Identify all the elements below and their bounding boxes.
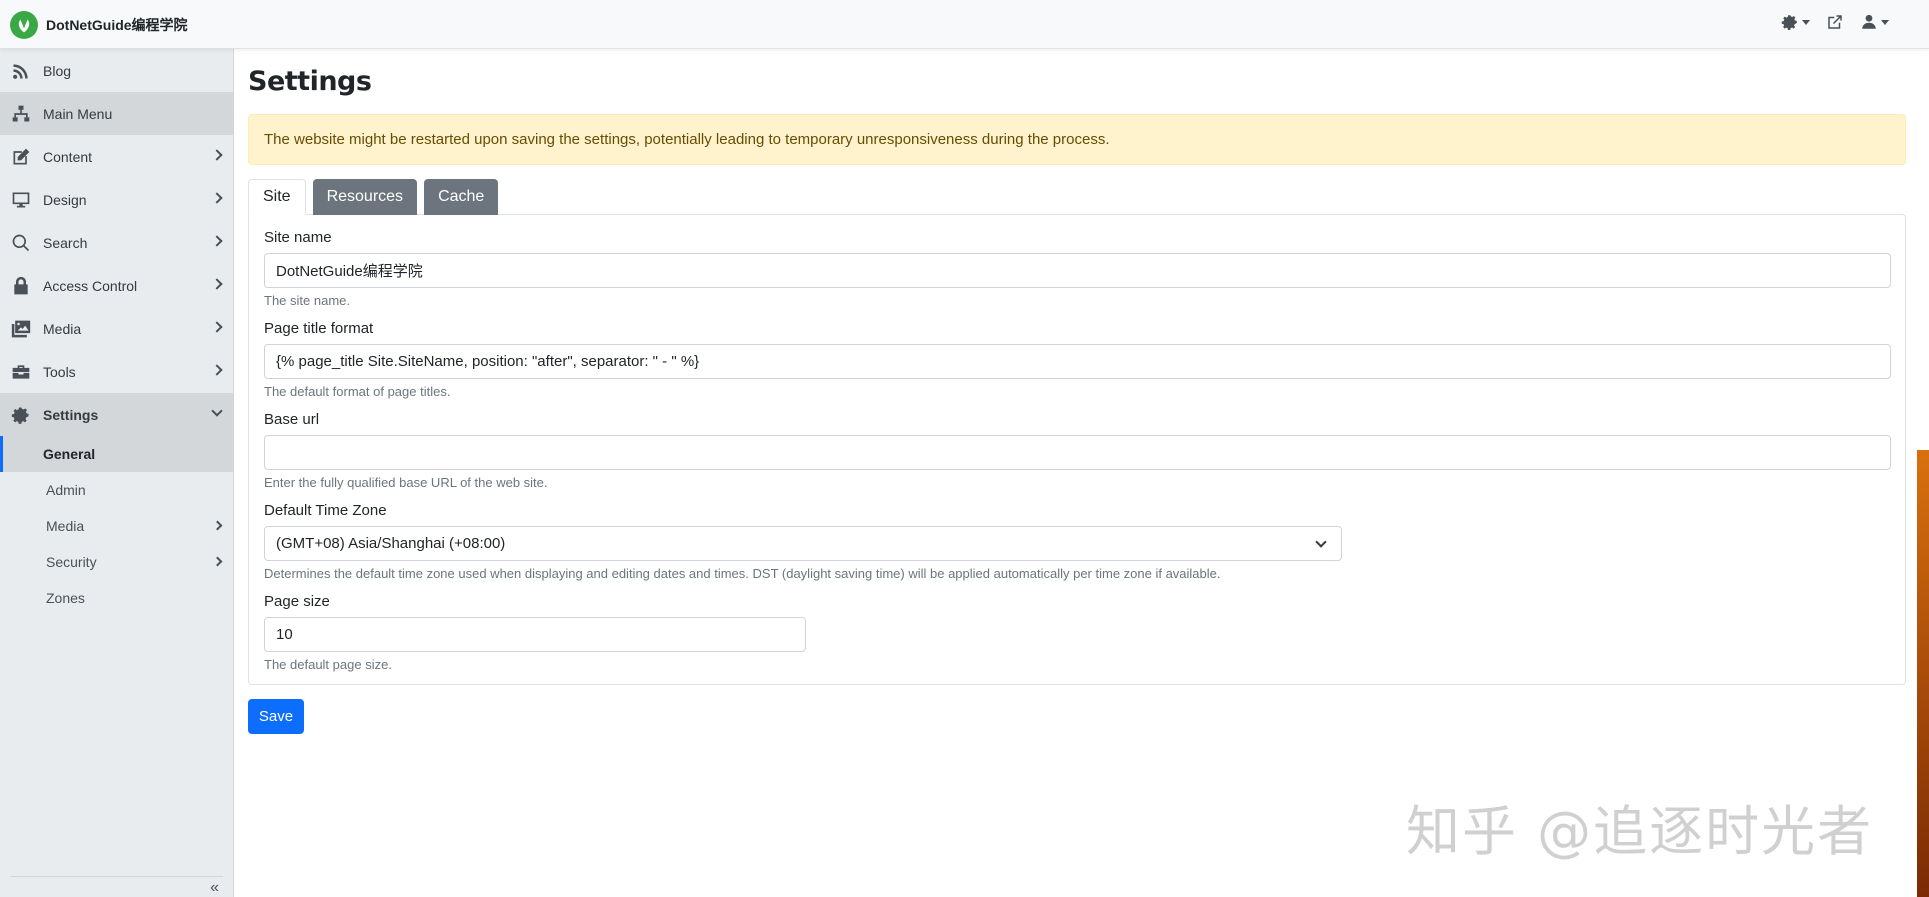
time-zone-help: Determines the default time zone used wh…	[264, 566, 1221, 581]
page-title-format-label: Page title format	[264, 320, 374, 337]
brand-logo-icon	[10, 11, 38, 39]
tab-site[interactable]: Site	[248, 179, 306, 215]
chevron-right-icon	[211, 321, 223, 333]
theme-settings-button[interactable]	[1781, 13, 1810, 31]
user-menu-button[interactable]	[1860, 13, 1889, 31]
sidebar-item-label: Main Menu	[43, 105, 113, 122]
sidebar-item-design[interactable]: Design	[0, 178, 233, 221]
sidebar-item-access-control[interactable]: Access Control	[0, 264, 233, 307]
sidebar-item-content[interactable]: Content	[0, 135, 233, 178]
user-icon	[1862, 14, 1876, 29]
sidebar-subitem-label: Security	[46, 554, 97, 570]
top-navbar: DotNetGuide编程学院	[0, 0, 1929, 49]
rss-icon	[10, 60, 32, 82]
page-title-format-input[interactable]: {% page_title Site.SiteName, position: "…	[264, 344, 1891, 379]
collapse-sidebar-button[interactable]: «	[210, 879, 219, 897]
main-content: Settings The website might be restarted …	[248, 49, 1908, 734]
sidebar-item-label: Search	[43, 234, 88, 251]
external-link-icon	[1828, 15, 1842, 29]
sidebar-subitem-admin[interactable]: Admin	[0, 472, 233, 508]
page-size-group: Page size 10 The default page size.	[264, 593, 1890, 672]
sidebar: Blog Main Menu Content Design Search Acc…	[0, 49, 234, 897]
sidebar-divider	[10, 876, 223, 877]
sidebar-item-label: Media	[43, 320, 82, 337]
sidebar-item-search[interactable]: Search	[0, 221, 233, 264]
time-zone-label: Default Time Zone	[264, 502, 387, 519]
site-name-group: Site name DotNetGuide编程学院 The site name.	[264, 229, 1891, 308]
lock-icon	[10, 275, 32, 297]
sidebar-item-tools[interactable]: Tools	[0, 350, 233, 393]
watermark: 知乎 @追逐时光者	[1406, 800, 1874, 863]
chevron-right-icon	[211, 364, 223, 376]
gear-icon	[1781, 15, 1797, 30]
warning-alert: The website might be restarted upon savi…	[248, 114, 1906, 165]
sidebar-subitem-media[interactable]: Media	[0, 508, 233, 544]
site-name-input[interactable]: DotNetGuide编程学院	[264, 253, 1891, 288]
chevron-down-icon	[1802, 19, 1810, 25]
chevron-down-icon	[1315, 536, 1327, 548]
sidebar-item-label: Access Control	[43, 277, 138, 294]
time-zone-selected-value: (GMT+08) Asia/Shanghai (+08:00)	[276, 535, 506, 552]
time-zone-group: Default Time Zone (GMT+08) Asia/Shanghai…	[264, 502, 1890, 581]
sidebar-subitem-security[interactable]: Security	[0, 544, 233, 580]
tab-cache[interactable]: Cache	[424, 179, 499, 215]
sidebar-item-label: Design	[43, 191, 87, 208]
page-size-label: Page size	[264, 593, 330, 610]
chevron-right-icon	[212, 556, 223, 567]
sidebar-item-main-menu[interactable]: Main Menu	[0, 92, 233, 135]
sidebar-subitem-label: Media	[46, 518, 85, 534]
sidebar-item-label: Settings	[43, 406, 99, 423]
chevron-down-icon	[211, 405, 223, 417]
base-url-group: Base url Enter the fully qualified base …	[264, 411, 1891, 490]
sidebar-item-label: Content	[43, 148, 93, 165]
page-title-format-group: Page title format {% page_title Site.Sit…	[264, 320, 1891, 399]
chevron-right-icon	[212, 520, 223, 531]
site-name-label: Site name	[264, 229, 332, 246]
tab-resources[interactable]: Resources	[312, 179, 418, 215]
gear-icon	[10, 404, 32, 426]
chevron-down-icon	[1881, 19, 1889, 25]
sidebar-subitem-general[interactable]: General	[0, 436, 233, 472]
save-button[interactable]: Save	[248, 699, 304, 734]
visit-site-button[interactable]	[1826, 13, 1844, 31]
sidebar-item-settings[interactable]: Settings	[0, 393, 233, 436]
page-size-input[interactable]: 10	[264, 617, 806, 652]
chevron-right-icon	[211, 149, 223, 161]
base-url-help: Enter the fully qualified base URL of th…	[264, 475, 548, 490]
page-title: Settings	[248, 66, 372, 97]
site-name-help: The site name.	[264, 293, 350, 308]
images-icon	[10, 318, 32, 340]
chevron-right-icon	[211, 278, 223, 290]
sidebar-subitem-zones[interactable]: Zones	[0, 580, 233, 616]
base-url-label: Base url	[264, 411, 320, 428]
monitor-icon	[10, 189, 32, 211]
brand-name: DotNetGuide编程学院	[46, 17, 188, 33]
toolbox-icon	[10, 361, 32, 383]
site-settings-panel: Site name DotNetGuide编程学院 The site name.…	[248, 214, 1906, 685]
edit-icon	[10, 146, 32, 168]
settings-tabs: Site Resources Cache	[248, 179, 1908, 215]
page-size-help: The default page size.	[264, 657, 392, 672]
sitemap-icon	[10, 103, 32, 125]
search-icon	[10, 232, 32, 254]
page-title-format-help: The default format of page titles.	[264, 384, 451, 399]
chevron-right-icon	[211, 192, 223, 204]
sidebar-item-media[interactable]: Media	[0, 307, 233, 350]
background-edge	[1917, 450, 1929, 897]
base-url-input[interactable]	[264, 435, 1891, 470]
settings-submenu: General Admin Media Security Zones	[0, 436, 233, 616]
chevron-right-icon	[211, 235, 223, 247]
time-zone-select[interactable]: (GMT+08) Asia/Shanghai (+08:00)	[264, 526, 1342, 561]
brand[interactable]: DotNetGuide编程学院	[10, 11, 188, 39]
sidebar-item-label: Tools	[43, 363, 76, 380]
sidebar-item-label: Blog	[43, 62, 72, 79]
sidebar-item-blog[interactable]: Blog	[0, 49, 233, 92]
